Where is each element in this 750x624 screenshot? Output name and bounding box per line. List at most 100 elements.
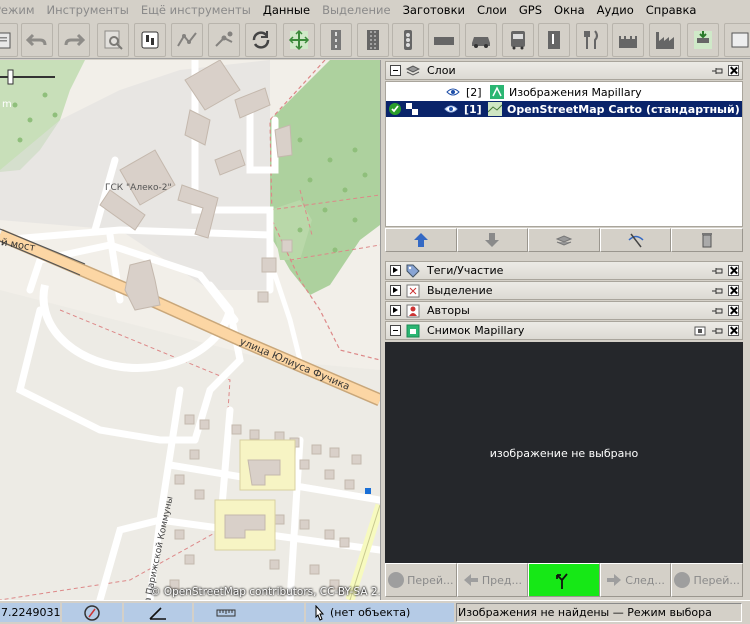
close-icon[interactable]: [728, 265, 739, 276]
imagery-icon: [488, 102, 502, 116]
eye-icon[interactable]: [444, 104, 458, 114]
menu-mode[interactable]: Режим: [0, 0, 41, 20]
menu-layers[interactable]: Слои: [471, 0, 513, 20]
layers-panel-header[interactable]: Слои: [385, 61, 743, 80]
undo-button[interactable]: [21, 23, 53, 57]
refresh-button[interactable]: [245, 23, 277, 57]
delete-layer-button[interactable]: [671, 228, 743, 252]
mapillary-panel-header[interactable]: Снимок Mapillary: [385, 321, 743, 340]
menu-windows[interactable]: Окна: [548, 0, 591, 20]
pin-icon[interactable]: [711, 266, 723, 276]
collapse-icon[interactable]: [390, 325, 401, 336]
preferences-button[interactable]: [134, 23, 166, 57]
settings-icon[interactable]: [694, 326, 706, 336]
presets-button[interactable]: [208, 23, 240, 57]
angle-icon: [149, 606, 166, 620]
pin-icon[interactable]: [711, 286, 723, 296]
download-along-button[interactable]: [687, 23, 719, 57]
move-down-icon: [485, 233, 500, 247]
selection-icon: [406, 284, 420, 297]
cursor-icon: [315, 604, 325, 621]
barrier-button[interactable]: [428, 23, 460, 57]
tag-icon: [406, 264, 420, 278]
close-icon[interactable]: [728, 325, 739, 336]
expand-icon[interactable]: [390, 285, 401, 296]
layer-row-osm-carto[interactable]: [1] OpenStreetMap Carto (стандартный): [386, 101, 742, 117]
restaurant-button[interactable]: [576, 23, 608, 57]
mapillary-toggle-button[interactable]: [528, 563, 600, 597]
last-image-button[interactable]: Перей...: [671, 563, 743, 597]
menu-help[interactable]: Справка: [640, 0, 703, 20]
coordinate-field: 7.2249031: [0, 603, 61, 622]
car-button[interactable]: [465, 23, 497, 57]
next-image-button[interactable]: След...: [599, 563, 672, 597]
expand-icon[interactable]: [390, 265, 401, 276]
active-check-icon[interactable]: [388, 102, 402, 116]
selection-panel-header[interactable]: Выделение: [385, 281, 743, 300]
move-down-button[interactable]: [456, 228, 529, 252]
bus-button[interactable]: [502, 23, 534, 57]
gps-track-button[interactable]: [171, 23, 203, 57]
toggle-visibility-button[interactable]: [599, 228, 672, 252]
previous-button-label: Пред...: [481, 573, 522, 587]
menu-tools[interactable]: Инструменты: [41, 0, 135, 20]
layers-panel-title: Слои: [427, 64, 456, 77]
redo-button[interactable]: [58, 23, 90, 57]
selection-panel-title: Выделение: [427, 284, 493, 297]
object-value: (нет объекта): [330, 606, 411, 619]
zoom-to-data-button[interactable]: [97, 23, 129, 57]
collapse-icon[interactable]: [390, 65, 401, 76]
more-tools-button[interactable]: [724, 23, 750, 57]
building-entrance-button[interactable]: [538, 23, 570, 57]
menu-gps[interactable]: GPS: [513, 0, 548, 20]
turn-sign-icon: [556, 573, 569, 589]
car-icon: [472, 37, 490, 48]
mapillary-navigation-bar: Перей... Пред... След... Перей...: [385, 563, 743, 597]
zoom-to-layer-button[interactable]: [283, 23, 315, 57]
stop-icon: [388, 572, 405, 588]
menu-data[interactable]: Данные: [257, 0, 316, 20]
status-message: Изображения не найдены — Режим выбора: [458, 606, 712, 619]
merge-button[interactable]: [528, 228, 600, 252]
eye-icon[interactable]: [446, 87, 460, 97]
tags-panel-header[interactable]: Теги/Участие: [385, 261, 743, 280]
close-icon[interactable]: [728, 305, 739, 316]
move-up-button[interactable]: [385, 228, 457, 252]
menu-presets[interactable]: Заготовки: [397, 0, 471, 20]
pin-icon[interactable]: [711, 66, 723, 76]
preferences-icon: [141, 31, 159, 49]
road-icon: [331, 30, 341, 50]
toolbar: [0, 21, 750, 59]
motorway-button[interactable]: [357, 23, 389, 57]
split-pane-divider[interactable]: [380, 60, 384, 600]
previous-image-button[interactable]: Пред...: [456, 563, 529, 597]
traffic-signals-button[interactable]: [392, 23, 424, 57]
menu-audio[interactable]: Аудио: [591, 0, 640, 20]
authors-panel-header[interactable]: Авторы: [385, 301, 743, 320]
pin-icon[interactable]: [711, 306, 723, 316]
layer-row-mapillary[interactable]: [2] Изображения Mapillary: [386, 84, 742, 100]
map-view[interactable]: m й мост ГСК "Алеко-2" улица Юлиуса Фучи…: [0, 60, 380, 600]
motorway-icon: [367, 30, 379, 50]
first-image-button[interactable]: Перей...: [385, 563, 457, 597]
castle-button[interactable]: [612, 23, 644, 57]
close-icon[interactable]: [728, 65, 739, 76]
open-file-icon: [0, 32, 11, 49]
mapillary-image-viewer[interactable]: изображение не выбрано: [385, 342, 743, 564]
first-button-label: Перей...: [407, 573, 454, 587]
factory-button[interactable]: [649, 23, 681, 57]
menu-more-tools[interactable]: Ещё инструменты: [135, 0, 257, 20]
menu-selection[interactable]: Выделение: [316, 0, 397, 20]
gps-track-icon: [177, 32, 197, 47]
open-file-button[interactable]: [0, 23, 18, 57]
poi-marker: [365, 488, 371, 494]
zoom-to-layer-icon: [288, 29, 310, 51]
road-button[interactable]: [320, 23, 352, 57]
tiles-icon: [406, 103, 418, 115]
close-icon[interactable]: [728, 285, 739, 296]
pin-icon[interactable]: [711, 326, 723, 336]
map-attribution[interactable]: © OpenStreetMap contributors, CC-BY-SA 2…: [150, 586, 380, 598]
arrow-right-icon: [607, 574, 622, 586]
restaurant-icon: [584, 30, 598, 49]
expand-icon[interactable]: [390, 305, 401, 316]
